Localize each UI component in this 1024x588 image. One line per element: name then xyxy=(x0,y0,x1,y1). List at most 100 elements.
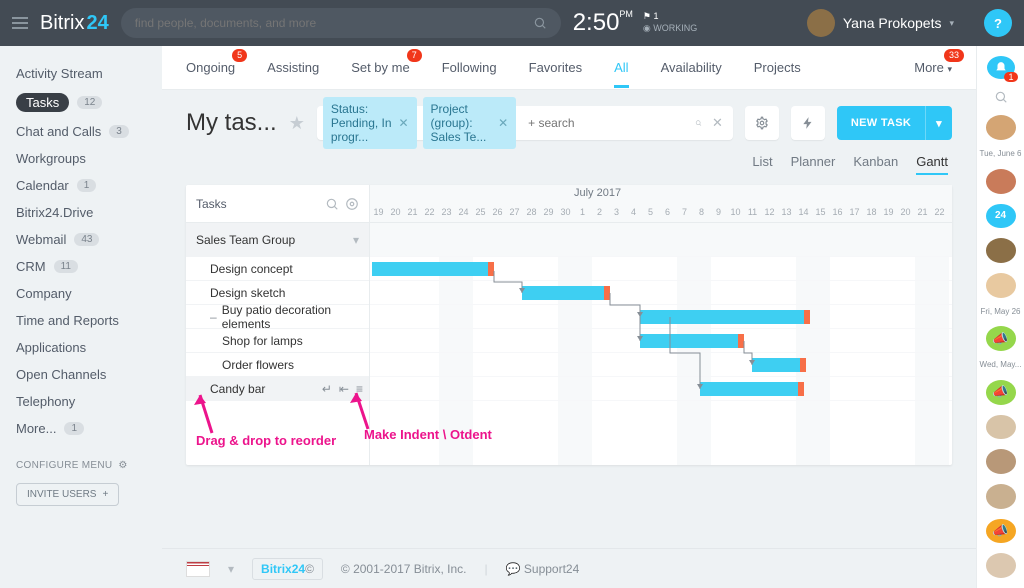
logo[interactable]: Bitrix24 xyxy=(40,12,109,35)
gantt-bar[interactable] xyxy=(640,310,810,324)
sidebar-item-tasks[interactable]: Tasks12 xyxy=(0,87,162,118)
tab-more[interactable]: More ▾33 xyxy=(914,48,952,87)
language-flag[interactable] xyxy=(186,561,210,577)
gantt-bar[interactable] xyxy=(640,334,744,348)
sidebar-item-label: Time and Reports xyxy=(16,313,119,328)
rail-megaphone-icon[interactable]: 📣 xyxy=(986,326,1016,351)
sidebar-item-chat-and-calls[interactable]: Chat and Calls3 xyxy=(0,118,162,145)
task-row[interactable]: Design sketch xyxy=(186,281,369,305)
task-row[interactable]: Sales Team Group ▾ xyxy=(186,223,369,257)
gantt-day: 20 xyxy=(387,207,404,217)
page-title: My tas... xyxy=(186,109,277,137)
rail-date: Fri, May 26 xyxy=(980,308,1020,317)
sidebar-item-workgroups[interactable]: Workgroups xyxy=(0,145,162,172)
tab-set-by-me[interactable]: Set by me7 xyxy=(351,48,410,87)
sidebar-item-telephony[interactable]: Telephony xyxy=(0,388,162,415)
sidebar-item-calendar[interactable]: Calendar1 xyxy=(0,172,162,199)
gantt-day: 27 xyxy=(506,207,523,217)
new-task-dropdown[interactable]: ▾ xyxy=(925,106,952,140)
help-button[interactable]: ? xyxy=(984,9,1012,37)
new-task-button[interactable]: NEW TASK ▾ xyxy=(837,106,952,140)
filter-search[interactable]: Status: Pending, In progr...✕Project (gr… xyxy=(317,106,733,140)
rail-avatar[interactable] xyxy=(986,449,1016,474)
tab-availability[interactable]: Availability xyxy=(661,48,722,87)
rail-avatar[interactable] xyxy=(986,169,1016,194)
task-label: Sales Team Group xyxy=(196,233,295,247)
configure-menu[interactable]: CONFIGURE MENU ⚙ xyxy=(0,460,162,471)
tab-projects[interactable]: Projects xyxy=(754,48,801,87)
tab-favorites[interactable]: Favorites xyxy=(529,48,582,87)
gantt-day: 12 xyxy=(761,207,778,217)
chevron-down-icon[interactable]: ▾ xyxy=(353,233,359,247)
chip-remove-icon[interactable]: ✕ xyxy=(498,116,508,130)
sidebar-item-bitrix24-drive[interactable]: Bitrix24.Drive xyxy=(0,199,162,226)
rail-avatar[interactable] xyxy=(986,484,1016,509)
gantt-day: 19 xyxy=(880,207,897,217)
task-row[interactable]: Design concept xyxy=(186,257,369,281)
filter-chip[interactable]: Project (group): Sales Te...✕ xyxy=(423,97,517,149)
clock[interactable]: 2:50PM ⚑ 1 ◉ WORKING xyxy=(573,9,698,37)
invite-users-button[interactable]: INVITE USERS + xyxy=(16,483,119,506)
rail-avatar[interactable] xyxy=(986,415,1016,440)
rail-avatar[interactable] xyxy=(986,273,1016,298)
sidebar-item-activity-stream[interactable]: Activity Stream xyxy=(0,60,162,87)
sidebar-item-label: CRM xyxy=(16,259,46,274)
view-planner[interactable]: Planner xyxy=(791,154,836,175)
task-label: Order flowers xyxy=(222,358,294,372)
gantt-day: 19 xyxy=(370,207,387,217)
footer-logo[interactable]: Bitrix24© xyxy=(252,558,323,580)
view-list[interactable]: List xyxy=(752,154,772,175)
view-gantt[interactable]: Gantt xyxy=(916,154,948,175)
indent-icon[interactable]: ↵ xyxy=(322,382,332,396)
gantt-bar[interactable] xyxy=(700,382,804,396)
sidebar-item-applications[interactable]: Applications xyxy=(0,334,162,361)
sidebar-item-open-channels[interactable]: Open Channels xyxy=(0,361,162,388)
user-name: Yana Prokopets xyxy=(843,15,942,31)
tab-all[interactable]: All xyxy=(614,48,628,87)
gantt-bar[interactable] xyxy=(372,262,494,276)
gantt-day: 8 xyxy=(693,207,710,217)
global-search[interactable] xyxy=(121,8,561,38)
gantt-row xyxy=(370,223,952,257)
sidebar-item-company[interactable]: Company xyxy=(0,280,162,307)
rail-megaphone-icon[interactable]: 📣 xyxy=(986,519,1016,544)
sidebar-item-label: Telephony xyxy=(16,394,75,409)
tab-assisting[interactable]: Assisting xyxy=(267,48,319,87)
tab-ongoing[interactable]: Ongoing5 xyxy=(186,48,235,87)
global-search-input[interactable] xyxy=(135,16,525,30)
tab-following[interactable]: Following xyxy=(442,48,497,87)
collapse-icon[interactable]: – xyxy=(210,310,217,324)
favorite-star-icon[interactable]: ★ xyxy=(289,113,305,134)
gantt-bar[interactable] xyxy=(752,358,806,372)
sidebar-item-more-[interactable]: More...1 xyxy=(0,415,162,442)
sidebar-item-crm[interactable]: CRM11 xyxy=(0,253,162,280)
task-row[interactable]: Shop for lamps xyxy=(186,329,369,353)
automation-button[interactable] xyxy=(791,106,825,140)
view-kanban[interactable]: Kanban xyxy=(853,154,898,175)
task-row[interactable]: Order flowers xyxy=(186,353,369,377)
sidebar-item-label: Bitrix24.Drive xyxy=(16,205,93,220)
sidebar-item-count: 3 xyxy=(109,125,129,138)
task-row[interactable]: –Buy patio decoration elements xyxy=(186,305,369,329)
user-menu[interactable]: Yana Prokopets ▾ xyxy=(807,9,954,37)
sidebar-item-webmail[interactable]: Webmail43 xyxy=(0,226,162,253)
support-link[interactable]: 💬 Support24 xyxy=(506,562,580,576)
settings-button[interactable] xyxy=(745,106,779,140)
sidebar-item-time-and-reports[interactable]: Time and Reports xyxy=(0,307,162,334)
search-tasks-icon[interactable] xyxy=(325,197,339,211)
gantt-panel: Tasks Sales Team Group▾Design conceptDes… xyxy=(186,185,952,465)
gantt-bar[interactable] xyxy=(522,286,610,300)
rail-search-icon[interactable] xyxy=(991,89,1011,105)
menu-toggle[interactable] xyxy=(12,17,28,29)
rail-avatar[interactable] xyxy=(986,115,1016,140)
rail-megaphone-icon[interactable]: 📣 xyxy=(986,380,1016,405)
rail-avatar[interactable] xyxy=(986,238,1016,263)
gear-icon[interactable] xyxy=(345,197,359,211)
clear-filter-icon[interactable]: ✕ xyxy=(708,115,727,131)
rail-avatar[interactable] xyxy=(986,553,1016,578)
filter-chip[interactable]: Status: Pending, In progr...✕ xyxy=(323,97,417,149)
notifications-button[interactable]: 1 xyxy=(987,56,1015,79)
filter-search-input[interactable] xyxy=(522,116,689,130)
rail-bitrix24-icon[interactable]: 24 xyxy=(986,204,1016,229)
chip-remove-icon[interactable]: ✕ xyxy=(398,116,408,130)
